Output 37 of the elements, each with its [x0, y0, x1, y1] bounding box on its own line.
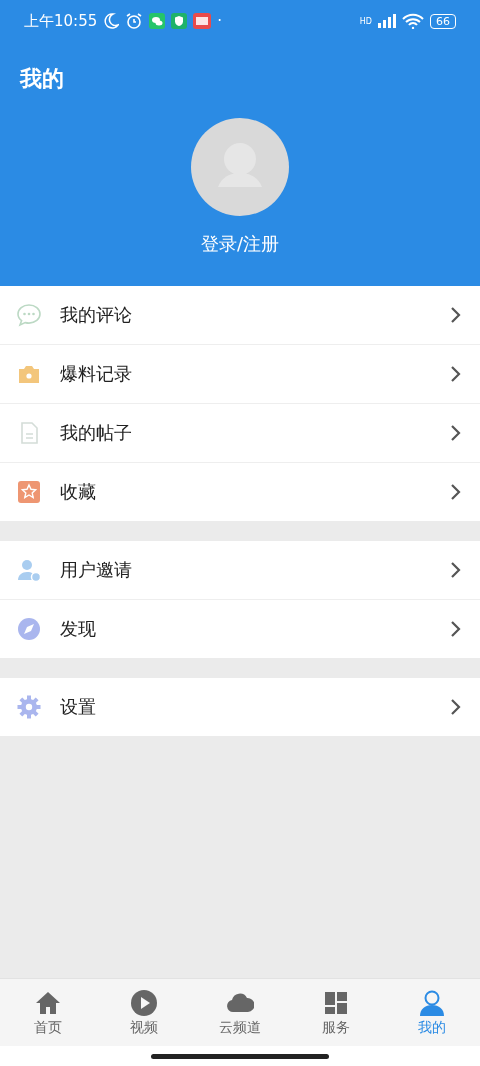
- moon-icon: [103, 13, 120, 29]
- chevron-right-icon: [450, 365, 462, 383]
- menu-item[interactable]: 收藏: [0, 463, 480, 521]
- menu-item[interactable]: 我的评论: [0, 286, 480, 345]
- chevron-right-icon: [450, 306, 462, 324]
- tab-item[interactable]: 首页: [0, 979, 96, 1046]
- tab-item[interactable]: 云频道: [192, 979, 288, 1046]
- settings-icon: [16, 694, 42, 720]
- chevron-right-icon: [450, 483, 462, 501]
- menu-item[interactable]: 爆料记录: [0, 345, 480, 404]
- menu-item[interactable]: 发现: [0, 600, 480, 658]
- chevron-right-icon: [450, 698, 462, 716]
- user-add-icon: [16, 557, 42, 583]
- shield-app-icon: [171, 13, 188, 29]
- signal-icon: [378, 14, 396, 28]
- chat-bubble-icon: [16, 302, 42, 328]
- alarm-icon: [125, 12, 144, 30]
- chevron-right-icon: [450, 561, 462, 579]
- page-title: 我的: [18, 65, 65, 93]
- chat-app-icon: [149, 13, 166, 29]
- network-label: HD: [359, 16, 372, 26]
- play-icon: [130, 988, 158, 1017]
- menu-item[interactable]: 设置: [0, 678, 480, 736]
- tab-item[interactable]: 视频: [96, 979, 192, 1046]
- news-app-icon: [193, 13, 212, 29]
- status-time: 上午10:55: [24, 11, 98, 31]
- tab-item[interactable]: 服务: [288, 979, 384, 1046]
- status-dot: ·: [217, 12, 222, 30]
- login-register-link[interactable]: 登录/注册: [0, 232, 480, 256]
- chevron-right-icon: [450, 424, 462, 442]
- chevron-right-icon: [450, 620, 462, 638]
- battery-level: 66: [430, 13, 456, 29]
- menu-item[interactable]: 我的帖子: [0, 404, 480, 463]
- person-icon: [418, 988, 446, 1017]
- compass-icon: [16, 616, 42, 642]
- menu-item[interactable]: 用户邀请: [0, 541, 480, 600]
- wifi-icon: [402, 13, 424, 29]
